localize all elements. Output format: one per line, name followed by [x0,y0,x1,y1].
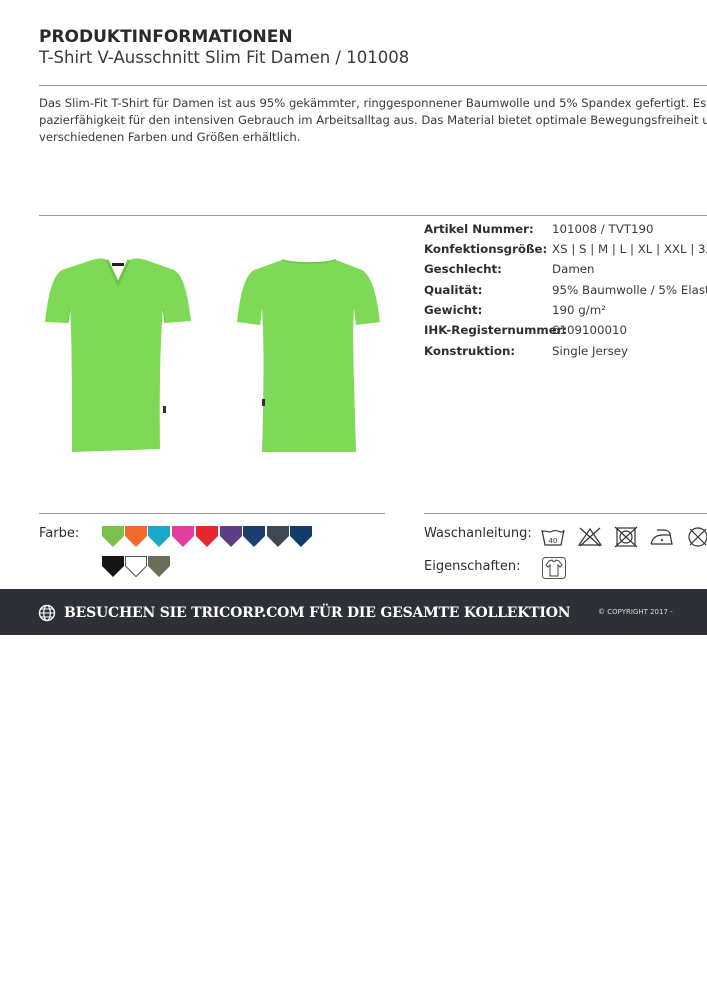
color-swatch[interactable] [148,556,170,578]
iron-low-icon [650,529,673,545]
color-swatch[interactable] [243,526,265,548]
color-swatch[interactable] [102,556,124,578]
color-swatch[interactable] [196,526,218,548]
color-label: Farbe: [39,526,80,541]
tshirt-front-image [45,258,191,452]
spec-value: 95% Baumwolle / 5% Elastan [552,283,707,297]
color-swatch[interactable] [290,526,312,548]
color-swatch[interactable] [267,526,289,548]
description-line: verschiedenen Farben und Größen erhältli… [39,130,301,144]
spec-label: Geschlecht: [424,262,502,276]
divider-care [424,513,707,514]
spec-value: Damen [552,262,595,276]
no-dry-clean-icon [688,527,707,547]
product-description: Das Slim-Fit T-Shirt für Damen ist aus 9… [39,95,707,146]
description-line: pazierfähigkeit für den intensiven Gebra… [39,113,707,127]
color-swatch[interactable] [125,526,147,548]
color-swatch[interactable] [125,556,147,578]
spec-value: 101008 / TVT190 [552,222,654,236]
description-line: Das Slim-Fit T-Shirt für Damen ist aus 9… [39,96,707,110]
divider-top [39,85,707,86]
spec-value: XS | S | M | L | XL | XXL | 3X [552,242,707,256]
properties-label: Eigenschaften: [424,559,521,574]
wash-40-icon: 40 [541,529,565,546]
color-swatch[interactable] [102,526,124,548]
no-bleach-icon [577,527,603,547]
wash-temp-text: 40 [549,537,558,545]
globe-icon [38,604,56,622]
color-swatch[interactable] [172,526,194,548]
spec-label: IHK-Registernummer: [424,323,568,337]
footer-link-text[interactable]: BESUCHEN SIE TRICORP.COM FÜR DIE GESAMTE… [64,605,571,621]
tshirt-fit-icon [542,557,566,579]
spec-label: Artikel Nummer: [424,222,534,236]
no-tumble-dry-icon [614,526,638,548]
footer-bar[interactable]: BESUCHEN SIE TRICORP.COM FÜR DIE GESAMTE… [0,589,707,635]
copyright-text: © COPYRIGHT 2017 - [598,608,673,616]
page-title: PRODUKTINFORMATIONEN [39,27,293,47]
divider-colors [39,513,385,514]
care-label: Waschanleitung: [424,526,532,541]
color-swatch[interactable] [148,526,170,548]
spec-value: 190 g/m² [552,303,606,317]
color-swatch[interactable] [220,526,242,548]
spec-value: Single Jersey [552,344,628,358]
spec-value: 6109100010 [552,323,628,337]
product-subtitle: T-Shirt V-Ausschnitt Slim Fit Damen / 10… [39,48,410,67]
divider-middle [39,215,707,216]
spec-label: Konstruktion: [424,344,516,358]
spec-label: Konfektionsgröße: [424,242,548,256]
tshirt-back-image [237,259,380,452]
spec-label: Qualität: [424,283,483,297]
spec-label: Gewicht: [424,303,483,317]
